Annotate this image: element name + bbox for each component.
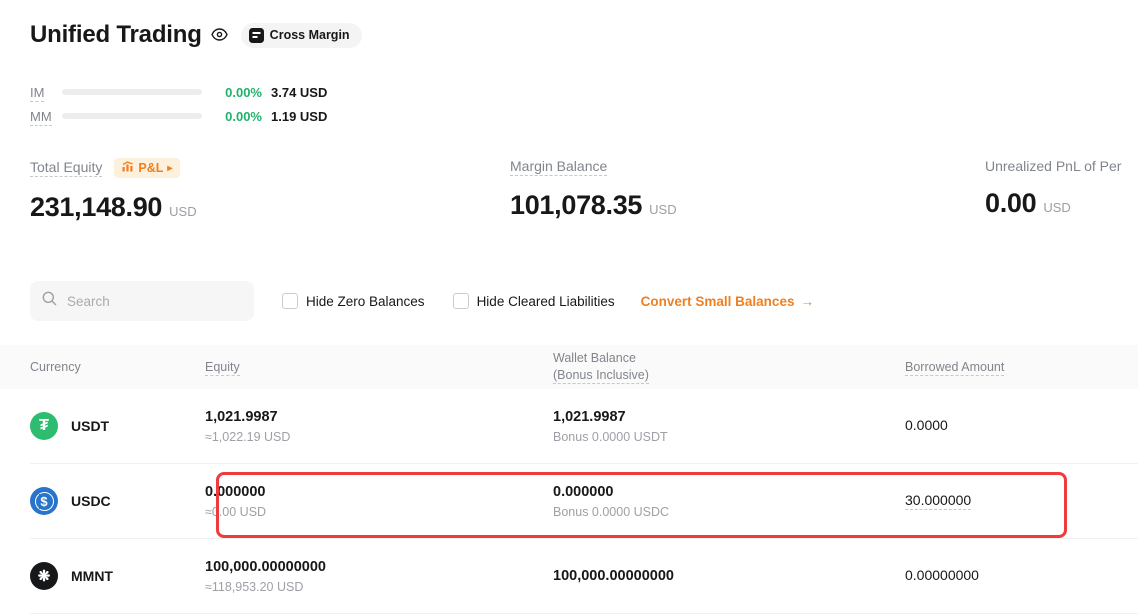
margin-balance-label: Margin Balance: [510, 158, 607, 176]
header-borrowed-amount: Borrowed Amount: [905, 360, 1004, 376]
account-stats-row: Total Equity P&L ▸ 231,148.90: [30, 158, 1138, 223]
borrowed-amount-cell: 0.00000000: [905, 567, 1138, 585]
assets-table: Currency Equity Wallet Balance (Bonus In…: [30, 345, 1138, 614]
convert-small-balances-link[interactable]: Convert Small Balances →: [641, 294, 814, 309]
checkbox-icon: [453, 293, 469, 309]
mm-label: MM: [30, 109, 52, 126]
equity-cell: 0.000000 ≈0.00 USD: [205, 484, 553, 519]
equity-cell: 1,021.9987 ≈1,022.19 USD: [205, 409, 553, 444]
margin-balance-unit: USD: [649, 202, 676, 217]
toggle-balance-visibility-button[interactable]: [211, 28, 228, 46]
total-equity-value: 231,148.90: [30, 192, 162, 223]
table-row-usdt[interactable]: ₮ USDT 1,021.9987 ≈1,022.19 USD 1,021.99…: [30, 389, 1138, 464]
wallet-balance-cell: 0.000000 Bonus 0.0000 USDC: [553, 484, 905, 519]
borrowed-amount-cell: 0.0000: [905, 417, 1138, 435]
table-row-mmnt[interactable]: ❋ MMNT 100,000.00000000 ≈118,953.20 USD …: [30, 539, 1138, 614]
unrealized-pnl-label: Unrealized PnL of Per: [985, 158, 1121, 174]
hide-zero-balances-checkbox[interactable]: Hide Zero Balances: [282, 293, 425, 309]
cross-margin-label: Cross Margin: [270, 28, 350, 42]
im-percent: 0.00%: [210, 85, 262, 100]
currency-cell: $ USDC: [30, 487, 205, 515]
borrowed-amount-cell: 30.000000: [905, 492, 1138, 510]
page-header: Unified Trading Cross Margin: [30, 20, 1138, 50]
cross-margin-badge[interactable]: Cross Margin: [241, 23, 362, 48]
search-icon: [42, 291, 57, 311]
convert-small-balances-label: Convert Small Balances: [641, 294, 795, 309]
unrealized-pnl-unit: USD: [1043, 200, 1070, 215]
search-input[interactable]: [65, 293, 242, 310]
margin-balance-value: 101,078.35: [510, 190, 642, 221]
coin-name: USDC: [71, 493, 111, 509]
margin-rate-block: IM 0.00% 3.74 USD MM 0.00% 1.19 USD: [30, 80, 1138, 128]
equity-cell: 100,000.00000000 ≈118,953.20 USD: [205, 559, 553, 594]
currency-cell: ❋ MMNT: [30, 562, 205, 590]
hide-cleared-liabilities-checkbox[interactable]: Hide Cleared Liabilities: [453, 293, 615, 309]
checkbox-icon: [282, 293, 298, 309]
total-equity-unit: USD: [169, 204, 196, 219]
page-title: Unified Trading: [30, 21, 202, 49]
coin-name: MMNT: [71, 568, 113, 584]
margin-balance-stat: Margin Balance 101,078.35 USD: [510, 158, 985, 223]
unrealized-pnl-stat: Unrealized PnL of Per 0.00 USD: [985, 158, 1138, 223]
im-label: IM: [30, 85, 44, 102]
total-equity-stat: Total Equity P&L ▸ 231,148.90: [30, 158, 510, 223]
mm-progress-bar: [62, 113, 202, 119]
header-wallet-balance: Wallet Balance (Bonus Inclusive): [553, 350, 905, 384]
unified-trading-page: Unified Trading Cross Margin IM 0.00% 3.…: [0, 0, 1138, 601]
mm-percent: 0.00%: [210, 109, 262, 124]
total-equity-label: Total Equity: [30, 159, 102, 177]
tether-icon: ₮: [30, 412, 58, 440]
currency-cell: ₮ USDT: [30, 412, 205, 440]
assets-table-header: Currency Equity Wallet Balance (Bonus In…: [0, 345, 1138, 389]
im-value: 3.74 USD: [271, 85, 327, 100]
search-box[interactable]: [30, 281, 254, 321]
usdc-icon: $: [30, 487, 58, 515]
im-rate-row: IM 0.00% 3.74 USD: [30, 80, 1138, 104]
cross-margin-icon: [249, 28, 264, 43]
asset-filters-row: Hide Zero Balances Hide Cleared Liabilit…: [30, 281, 1138, 321]
hide-cleared-liabilities-label: Hide Cleared Liabilities: [477, 294, 615, 309]
header-currency: Currency: [30, 360, 205, 374]
pnl-button[interactable]: P&L ▸: [114, 158, 180, 178]
mm-value: 1.19 USD: [271, 109, 327, 124]
pnl-chart-icon: [122, 161, 134, 175]
wallet-balance-cell: 1,021.9987 Bonus 0.0000 USDT: [553, 409, 905, 444]
eye-icon: [211, 28, 228, 46]
arrow-right-icon: →: [800, 294, 814, 309]
header-equity: Equity: [205, 360, 240, 376]
wallet-balance-cell: 100,000.00000000: [553, 568, 905, 584]
chevron-right-icon: ▸: [167, 163, 172, 174]
im-progress-bar: [62, 89, 202, 95]
coin-name: USDT: [71, 418, 109, 434]
hide-zero-balances-label: Hide Zero Balances: [306, 294, 425, 309]
mm-rate-row: MM 0.00% 1.19 USD: [30, 104, 1138, 128]
table-row-usdc[interactable]: $ USDC 0.000000 ≈0.00 USD 0.000000 Bonus…: [30, 464, 1138, 539]
pnl-label: P&L: [138, 161, 163, 175]
mmnt-icon: ❋: [30, 562, 58, 590]
unrealized-pnl-value: 0.00: [985, 188, 1036, 219]
